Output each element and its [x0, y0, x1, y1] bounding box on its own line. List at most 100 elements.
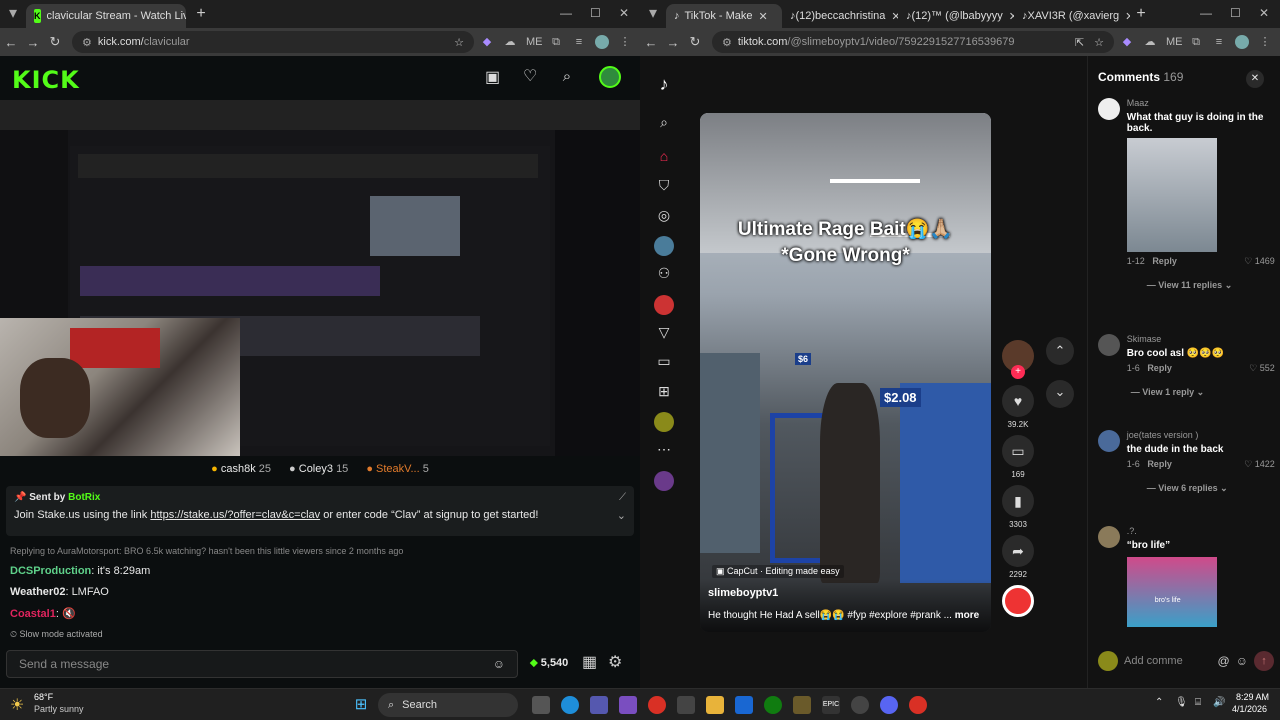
gifter-3[interactable]: ● SteakV... 5 [366, 463, 429, 475]
extension-icon[interactable]: ◆ [480, 35, 494, 49]
tab-list-icon[interactable]: ▾ [6, 6, 20, 22]
following-heart-icon[interactable]: ♡ [523, 69, 537, 85]
search-icon[interactable]: ⌕ [560, 69, 574, 84]
minimize-icon[interactable]: — [560, 6, 572, 20]
channel-points[interactable]: ⬥ 5,540 [530, 657, 568, 670]
kick-logo[interactable]: KICK [12, 66, 80, 94]
following-account-icon[interactable] [654, 471, 674, 491]
chat-settings-gear-icon[interactable]: ⚙ [608, 655, 622, 671]
forward-icon[interactable]: → [22, 35, 44, 50]
commenter-avatar[interactable] [1098, 526, 1120, 548]
site-info-icon[interactable]: ⚙ [82, 36, 92, 49]
share-icon[interactable]: ➦ [1002, 535, 1034, 567]
network-icon[interactable]: ⌸ [1195, 697, 1201, 708]
cloud-extension-icon[interactable]: ☁ [1143, 35, 1157, 49]
steam-icon[interactable] [851, 696, 869, 714]
upload-icon[interactable]: ⊞ [654, 383, 674, 403]
comment-likes[interactable]: ♡ 552 [1249, 363, 1275, 374]
gifter-1[interactable]: ● cash8k 25 [211, 463, 271, 475]
view-replies-button[interactable]: — View 6 replies ⌄ [1147, 483, 1275, 494]
minimize-icon[interactable]: — [1200, 6, 1212, 20]
author-avatar[interactable]: + [1000, 340, 1036, 379]
more-button[interactable]: more [955, 610, 979, 621]
tab-tiktok[interactable]: ♪ TikTok - Make ✕ [666, 4, 782, 28]
profile-avatar[interactable] [1235, 35, 1249, 49]
send-message-input[interactable]: Send a message ☺ [6, 650, 518, 678]
capcut-badge[interactable]: ▣ CapCut · Editing made easy [712, 565, 844, 578]
following-avatar-icon[interactable] [654, 236, 674, 256]
open-in-app-icon[interactable]: ⇱ [1075, 36, 1084, 49]
reply-button[interactable]: Reply [1147, 459, 1172, 469]
commenter-name[interactable]: .?. [1127, 526, 1275, 536]
site-info-icon[interactable]: ⚙ [722, 36, 732, 49]
media-control-icon[interactable]: ≡ [1212, 35, 1226, 49]
me-extension-icon[interactable]: ME [1166, 35, 1183, 49]
next-video-chevron-down-icon[interactable]: ⌄ [1046, 380, 1074, 408]
gift-icon[interactable]: ▦ [582, 655, 597, 671]
maximize-icon[interactable]: ☐ [1230, 6, 1241, 20]
media-control-icon[interactable]: ≡ [572, 35, 586, 49]
comment-icon[interactable]: ▭ [1002, 435, 1034, 467]
app-icon[interactable] [619, 696, 637, 714]
search-icon[interactable]: ⌕ [654, 114, 674, 134]
sent-by-name[interactable]: BotRix [68, 492, 100, 503]
close-icon[interactable]: ✕ [759, 10, 768, 23]
menu-kebab-icon[interactable]: ⋮ [1258, 35, 1272, 49]
view-replies-button[interactable]: — View 1 reply ⌄ [1131, 387, 1275, 398]
reply-button[interactable]: Reply [1147, 363, 1172, 373]
reload-icon[interactable]: ↻ [684, 34, 706, 50]
unpin-icon[interactable]: ⟋ [619, 492, 626, 503]
tiktok-logo-icon[interactable]: ♪ [654, 74, 674, 94]
weather-icon[interactable]: ☀ [10, 695, 24, 715]
bookmark-icon[interactable]: ▮ [1002, 485, 1034, 517]
comment-gif[interactable]: bro's life [1126, 557, 1217, 627]
commenter-name[interactable]: Skimase [1127, 334, 1275, 344]
commenter-avatar[interactable] [1098, 98, 1120, 120]
maximize-icon[interactable]: ☐ [590, 6, 601, 20]
live-icon[interactable] [654, 295, 674, 315]
bookmark-star-icon[interactable]: ☆ [454, 36, 464, 49]
tab-2[interactable]: ♪ (12)beccachristina ✕ [782, 4, 898, 28]
weather-desc[interactable]: Partly sunny [34, 704, 84, 714]
file-explorer-icon[interactable] [706, 696, 724, 714]
window-close-icon[interactable]: ✕ [619, 6, 629, 20]
commenter-name[interactable]: joe(tates version ) [1127, 430, 1275, 440]
chrome-icon[interactable] [648, 696, 666, 714]
clock-date[interactable]: 4/1/2026 [1232, 704, 1267, 714]
epic-games-icon[interactable]: EPIC [822, 696, 840, 714]
tiktok-video-player[interactable]: $6 $2.08 Ultimate Rage Bait😭🙏🏼 *Gone Wro… [700, 113, 991, 632]
reply-button[interactable]: Reply [1152, 256, 1177, 266]
new-tab-icon[interactable]: + [194, 6, 208, 22]
microphone-icon[interactable]: 🎙 [1175, 697, 1188, 708]
new-tab-icon[interactable]: + [1134, 6, 1148, 22]
clock-time[interactable]: 8:29 AM [1236, 692, 1269, 702]
clips-icon[interactable]: ▣ [485, 70, 500, 86]
close-comments-icon[interactable]: ✕ [1246, 70, 1264, 88]
previous-video-chevron-up-icon[interactable]: ⌃ [1046, 337, 1074, 365]
explore-icon[interactable]: ◎ [654, 207, 674, 227]
puzzle-extensions-icon[interactable]: ⧉ [1189, 35, 1203, 49]
volume-icon[interactable]: 🔊 [1213, 697, 1225, 708]
reload-icon[interactable]: ↻ [44, 34, 66, 50]
follow-plus-icon[interactable]: + [1011, 365, 1025, 379]
pinned-link[interactable]: https://stake.us/?offer=clav&c=clav [150, 509, 320, 521]
video-author[interactable]: slimeboyptv1 [708, 587, 778, 599]
emoji-icon[interactable]: ☺ [493, 657, 505, 671]
view-replies-button[interactable]: — View 11 replies ⌄ [1147, 280, 1275, 291]
shop-icon[interactable]: ⛉ [654, 177, 674, 197]
comment-likes[interactable]: ♡ 1469 [1244, 256, 1275, 267]
like-heart-icon[interactable]: ♥ [1002, 385, 1034, 417]
windows-start-icon[interactable]: ⊞ [352, 696, 370, 714]
tab-kick[interactable]: K clavicular Stream - Watch Live o ✕ [26, 4, 186, 28]
chat-username[interactable]: Weather02 [10, 586, 65, 598]
puzzle-extensions-icon[interactable]: ⧉ [549, 35, 563, 49]
store-icon[interactable] [677, 696, 695, 714]
commenter-avatar[interactable] [1098, 430, 1120, 452]
post-comment-button[interactable]: ↑ [1254, 651, 1274, 671]
inbox-icon[interactable]: ▭ [654, 353, 674, 373]
back-icon[interactable]: ← [0, 35, 22, 50]
xbox-icon[interactable] [764, 696, 782, 714]
bookmark-star-icon[interactable]: ☆ [1094, 36, 1104, 49]
emoji-icon[interactable]: ☺ [1236, 654, 1248, 668]
taskbar-search[interactable]: ⌕ Search [378, 693, 518, 717]
